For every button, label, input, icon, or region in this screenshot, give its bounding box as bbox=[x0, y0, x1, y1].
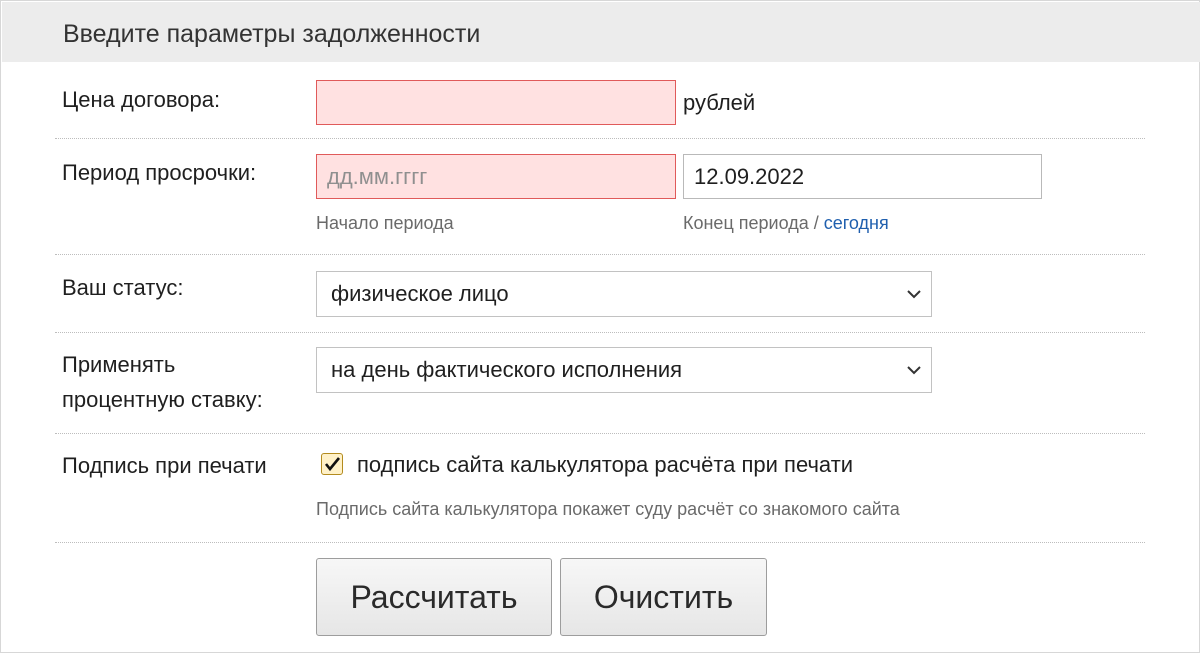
period-end-hint: Конец периода / сегодня bbox=[683, 213, 889, 234]
rate-selected-value: на день фактического исполнения bbox=[331, 357, 683, 382]
form-header: Введите параметры задолженности bbox=[2, 2, 1200, 62]
rate-label-line1: Применять bbox=[62, 352, 176, 377]
clear-button[interactable]: Очистить bbox=[560, 558, 767, 636]
currency-unit: рублей bbox=[683, 90, 756, 115]
divider bbox=[55, 433, 1145, 434]
status-label: Ваш статус: bbox=[62, 275, 184, 300]
divider bbox=[55, 542, 1145, 543]
chevron-down-icon bbox=[907, 366, 921, 375]
form-title: Введите параметры задолженности bbox=[63, 20, 481, 48]
signature-hint: Подпись сайта калькулятора покажет суду … bbox=[316, 499, 900, 519]
signature-checkbox-label[interactable]: подпись сайта калькулятора расчёта при п… bbox=[357, 452, 853, 478]
period-end-input[interactable]: 12.09.2022 bbox=[683, 154, 1042, 199]
today-link[interactable]: сегодня bbox=[824, 213, 889, 233]
calculate-button[interactable]: Рассчитать bbox=[316, 558, 552, 636]
rate-select[interactable]: на день фактического исполнения bbox=[316, 347, 932, 393]
rate-label-line2: процентную ставку: bbox=[62, 387, 263, 412]
period-end-hint-text: Конец периода / bbox=[683, 213, 819, 233]
status-selected-value: физическое лицо bbox=[331, 281, 509, 306]
period-start-input[interactable]: дд.мм.гггг bbox=[316, 154, 676, 199]
status-select[interactable]: физическое лицо bbox=[316, 271, 932, 317]
period-start-hint: Начало периода bbox=[316, 213, 454, 233]
contract-price-label: Цена договора: bbox=[62, 87, 221, 112]
signature-checkbox[interactable] bbox=[321, 453, 343, 475]
checkmark-icon bbox=[324, 457, 341, 472]
period-label: Период просрочки: bbox=[62, 160, 257, 185]
calculator-form: Введите параметры задолженности Цена дог… bbox=[0, 0, 1200, 653]
contract-price-input[interactable] bbox=[316, 80, 676, 125]
divider bbox=[55, 332, 1145, 333]
chevron-down-icon bbox=[907, 290, 921, 299]
divider bbox=[55, 138, 1145, 139]
signature-label: Подпись при печати bbox=[62, 453, 267, 478]
divider bbox=[55, 254, 1145, 255]
